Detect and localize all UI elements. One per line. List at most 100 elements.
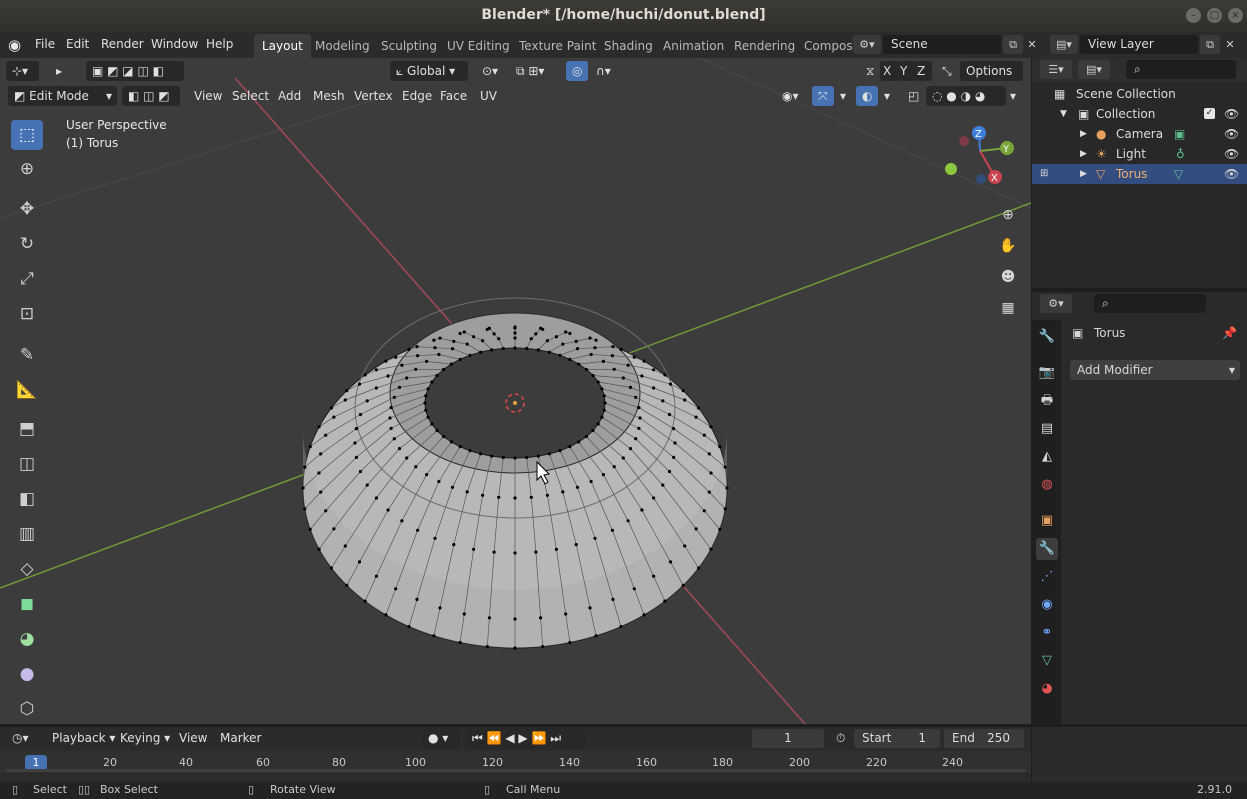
3d-viewport[interactable]: Z Y X User Perspective (1) Torus ⊕ ✋ ☻ ▦: [0, 58, 1031, 724]
camera-view-icon[interactable]: ☻: [996, 265, 1020, 289]
playhead-frame-badge[interactable]: 1: [25, 755, 47, 770]
menu-uv[interactable]: UV: [474, 86, 503, 106]
world-tab-icon[interactable]: ◍: [1036, 474, 1058, 496]
maximize-button[interactable]: □: [1207, 8, 1222, 23]
object-tab-icon[interactable]: ▣: [1036, 510, 1058, 532]
end-frame-field[interactable]: End 250: [944, 729, 1024, 748]
mesh-data-tab-icon[interactable]: ▽: [1036, 650, 1058, 672]
expand-arrow-icon[interactable]: ▶: [1080, 144, 1087, 164]
proportional-edit-icon[interactable]: ◎: [566, 61, 589, 81]
output-tab-icon[interactable]: 🖶: [1036, 390, 1058, 412]
outliner-search-input[interactable]: ⌕: [1126, 60, 1236, 79]
playback-menu[interactable]: Playback ▾: [46, 728, 121, 748]
timeline-view-menu[interactable]: View: [173, 728, 213, 748]
transform-orientation-dropdown[interactable]: ⟀ Global ▾: [390, 61, 468, 81]
shading-mode-icons[interactable]: ◌ ● ◑ ◕: [926, 86, 1006, 106]
overlay-toggle-icon[interactable]: ◐: [856, 86, 879, 106]
blender-logo-icon[interactable]: ◉: [8, 36, 21, 54]
menu-add[interactable]: Add: [272, 86, 307, 106]
menu-vertex[interactable]: Vertex: [348, 86, 399, 106]
spin-tool-icon[interactable]: ◕: [11, 624, 43, 654]
scene-tab-icon[interactable]: ◭: [1036, 446, 1058, 468]
light-data-icon[interactable]: ♁: [1176, 144, 1185, 164]
stopwatch-icon[interactable]: ⏱: [830, 728, 851, 748]
knife-tool-icon[interactable]: ◇: [11, 554, 43, 584]
checkbox-icon[interactable]: ✓: [1204, 108, 1215, 119]
tool-settings-tab-icon[interactable]: 🔧: [1036, 326, 1058, 348]
pin-icon[interactable]: 📌: [1222, 326, 1237, 340]
playback-controls[interactable]: ⏮ ⏪ ◀ ▶ ⏩ ⏭: [466, 728, 586, 748]
axis-y-toggle[interactable]: Y: [897, 61, 915, 81]
start-frame-field[interactable]: Start 1: [854, 729, 940, 748]
menu-mesh[interactable]: Mesh: [307, 86, 351, 106]
display-mode-icon[interactable]: ▤▾: [1078, 60, 1110, 79]
scene-browse-icon[interactable]: ⚙▾: [853, 35, 881, 54]
camera-data-icon[interactable]: ▣: [1174, 124, 1185, 144]
mesh-data-icon[interactable]: ▽: [1174, 164, 1183, 184]
properties-editor-type-icon[interactable]: ⚙▾: [1040, 294, 1072, 313]
current-frame-field[interactable]: 1: [752, 729, 824, 748]
delete-view-layer-icon[interactable]: ✕: [1220, 35, 1240, 54]
axis-z-toggle[interactable]: Z: [914, 61, 932, 81]
mirror-icon[interactable]: ⧖: [860, 61, 880, 81]
rotate-tool-icon[interactable]: ↻: [11, 229, 43, 259]
timeline-editor-type-icon[interactable]: ◷▾: [6, 728, 35, 748]
editor-type-icon[interactable]: ⊹▾: [6, 61, 39, 81]
scene-name-field[interactable]: Scene: [883, 35, 1001, 54]
tab-modeling[interactable]: Modeling: [307, 34, 378, 58]
edit-mode-indicator-icon[interactable]: ⊞: [1040, 164, 1048, 184]
physics-tab-icon[interactable]: ◉: [1036, 594, 1058, 616]
shading-dropdown-icon[interactable]: ▾: [1004, 86, 1022, 106]
material-tab-icon[interactable]: ◕: [1036, 678, 1058, 700]
menu-view[interactable]: View: [188, 86, 228, 106]
overlay-dropdown-icon[interactable]: ▾: [878, 86, 896, 106]
select-box-tool-icon[interactable]: ⬚: [11, 120, 43, 150]
tab-rendering[interactable]: Rendering: [726, 34, 803, 58]
cursor-tool-icon[interactable]: ⊕: [11, 154, 43, 184]
outliner-row-scene-collection[interactable]: ▦ Scene Collection: [1032, 84, 1247, 104]
select-tool-mode-icon[interactable]: ▸: [50, 61, 72, 81]
menu-edit[interactable]: Edit: [66, 37, 89, 51]
options-dropdown[interactable]: Options ▾: [960, 61, 1023, 98]
viewport-canvas[interactable]: Z Y X: [0, 58, 1031, 724]
pivot-point-icon[interactable]: ⊙▾: [476, 61, 504, 81]
expand-arrow-icon[interactable]: ▼: [1060, 104, 1067, 124]
tab-compositing[interactable]: Compos: [796, 34, 861, 58]
record-keyframe-icon[interactable]: ● ▾: [422, 728, 460, 748]
eye-icon[interactable]: 👁: [1224, 144, 1239, 164]
pan-hand-icon[interactable]: ✋: [996, 234, 1020, 258]
measure-tool-icon[interactable]: 📐: [11, 375, 43, 405]
keying-menu[interactable]: Keying ▾: [114, 728, 176, 748]
extrude-tool-icon[interactable]: ⬒: [11, 414, 43, 444]
close-button[interactable]: ×: [1228, 8, 1243, 23]
outliner-row-torus[interactable]: ⊞ ▶ ▽ Torus ▽ 👁: [1032, 164, 1247, 184]
menu-edge[interactable]: Edge: [396, 86, 438, 106]
snap-icon[interactable]: ⧉ ⊞▾: [510, 61, 550, 81]
loop-cut-tool-icon[interactable]: ▥: [11, 519, 43, 549]
view-layer-tab-icon[interactable]: ▤: [1036, 418, 1058, 440]
eye-icon[interactable]: 👁: [1224, 124, 1239, 144]
marker-menu[interactable]: Marker: [214, 728, 267, 748]
constraints-tab-icon[interactable]: ⚭: [1036, 622, 1058, 644]
outliner-row-camera[interactable]: ▶ ● Camera ▣ 👁: [1032, 124, 1247, 144]
smooth-tool-icon[interactable]: ●: [11, 659, 43, 689]
expand-arrow-icon[interactable]: ▶: [1080, 164, 1087, 184]
delete-scene-icon[interactable]: ✕: [1022, 35, 1042, 54]
view-layer-field[interactable]: View Layer: [1080, 35, 1198, 54]
axis-x-toggle[interactable]: X: [880, 61, 898, 81]
view-layer-browse-icon[interactable]: ▤▾: [1050, 35, 1078, 54]
tab-texture-paint[interactable]: Texture Paint: [511, 34, 604, 58]
modifier-tab-icon[interactable]: 🔧: [1036, 538, 1058, 560]
gizmo-dropdown-icon[interactable]: ▾: [834, 86, 852, 106]
select-mode-buttons[interactable]: ◧ ◫ ◩: [122, 86, 180, 106]
menu-file[interactable]: File: [35, 37, 55, 51]
add-modifier-dropdown[interactable]: Add Modifier ▾: [1070, 360, 1240, 380]
particles-tab-icon[interactable]: ⋰: [1036, 566, 1058, 588]
render-tab-icon[interactable]: 📷: [1036, 362, 1058, 384]
zoom-icon[interactable]: ⊕: [996, 203, 1020, 227]
timeline-scrollbar[interactable]: [6, 769, 1026, 772]
new-scene-icon[interactable]: ⧉: [1003, 35, 1023, 54]
selection-mode-icons[interactable]: ▣ ◩ ◪ ◫ ◧: [86, 61, 184, 81]
eye-icon[interactable]: 👁: [1224, 164, 1239, 184]
eye-icon[interactable]: 👁: [1224, 104, 1239, 124]
